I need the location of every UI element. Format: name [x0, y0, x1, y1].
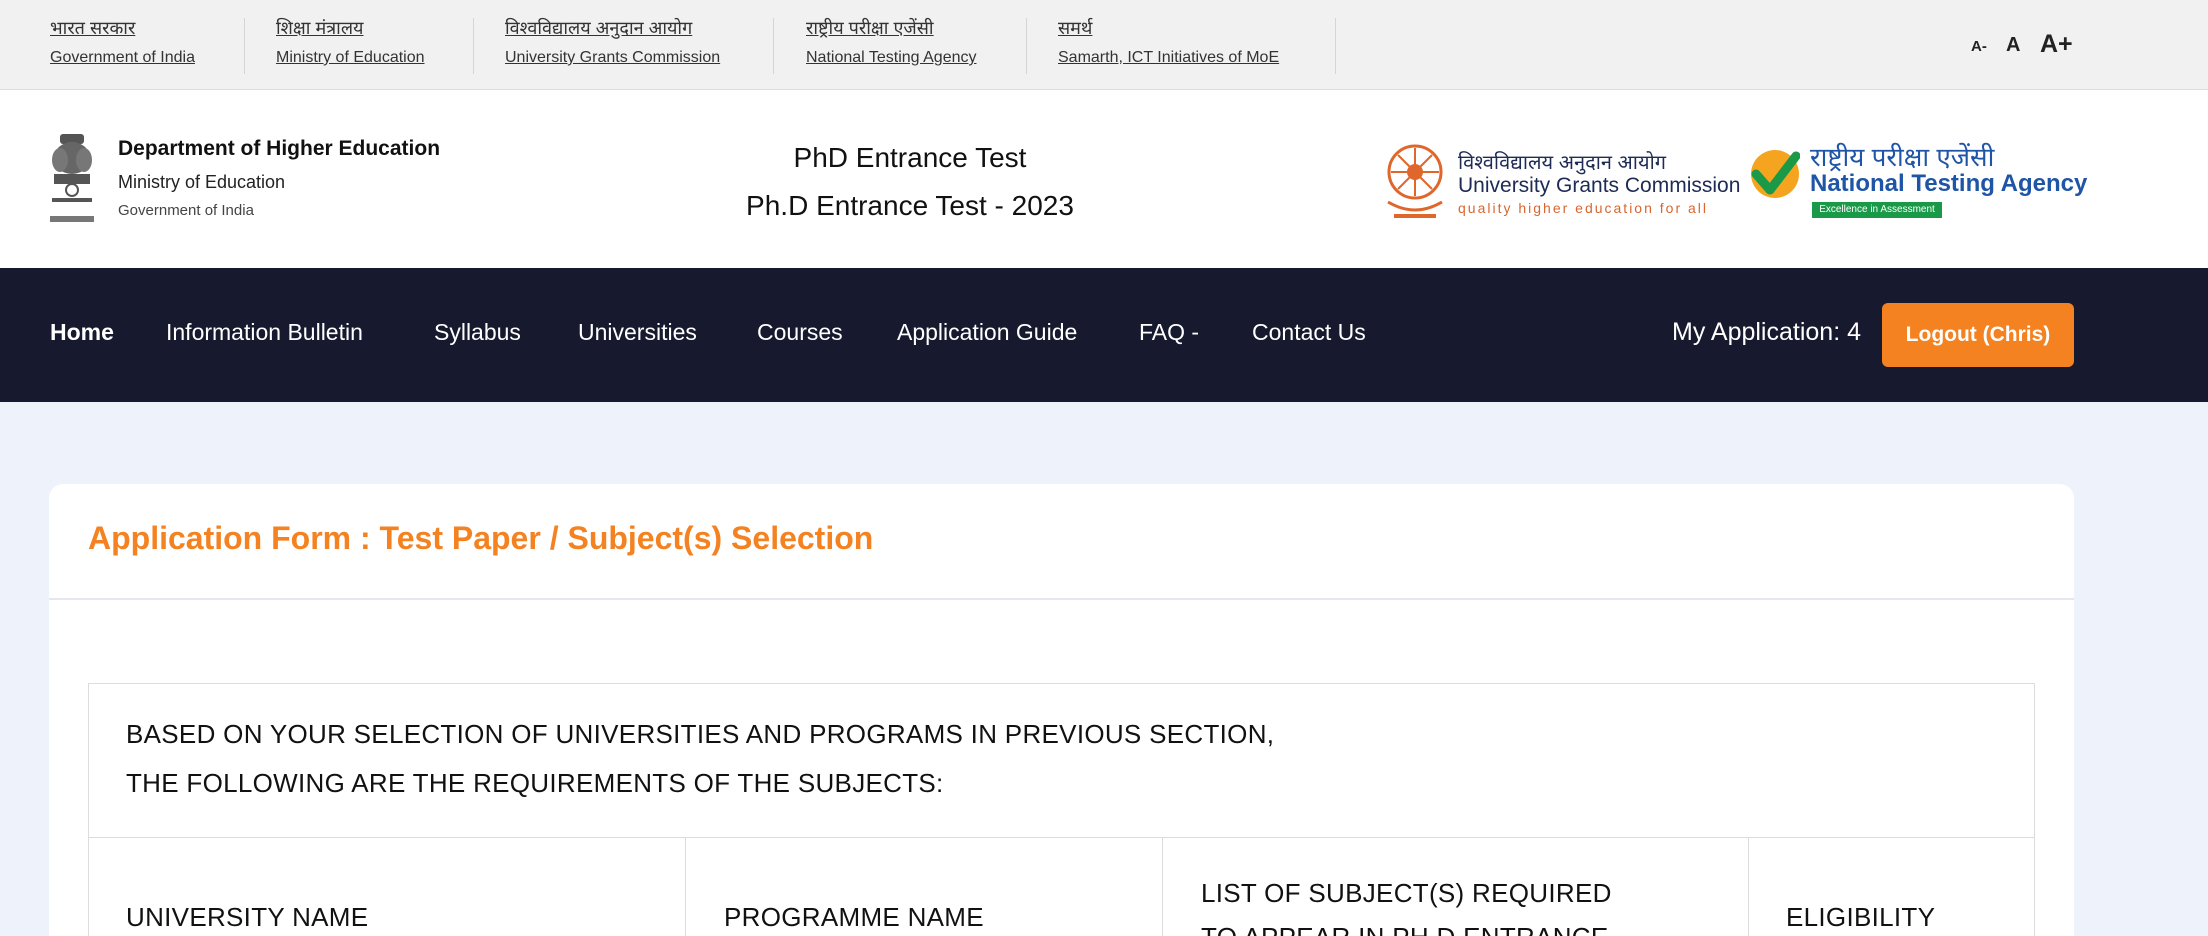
table-header-border — [88, 837, 2035, 838]
column-header-eligibility: ELIGIBILITY — [1786, 902, 1936, 932]
gov-link-moe[interactable]: शिक्षा मंत्रालय Ministry of Education — [276, 16, 425, 70]
gov-link-samarth-hindi[interactable]: समर्थ — [1058, 16, 1279, 40]
department-ministry: Ministry of Education — [118, 172, 286, 192]
gov-link-nta-hindi[interactable]: राष्ट्रीय परीक्षा एजेंसी — [806, 16, 976, 40]
nav-information-bulletin[interactable]: Information Bulletin — [166, 319, 363, 346]
ugc-tagline: quality higher education for all — [1458, 200, 1709, 216]
nav-home[interactable]: Home — [50, 319, 114, 346]
gov-link-samarth-english[interactable]: Samarth, ICT Initiatives of MoE — [1058, 46, 1279, 70]
gov-link-samarth[interactable]: समर्थ Samarth, ICT Initiatives of MoE — [1058, 16, 1279, 70]
column-divider — [1162, 838, 1163, 936]
nav-application-guide[interactable]: Application Guide — [897, 319, 1077, 346]
gov-link-india-hindi[interactable]: भारत सरकार — [50, 16, 195, 40]
nav-courses[interactable]: Courses — [757, 319, 843, 346]
ugc-logo-icon — [1387, 144, 1443, 218]
column-divider — [1748, 838, 1749, 936]
exam-subtitle: Ph.D Entrance Test - 2023 — [746, 190, 1074, 221]
gov-link-nta-english[interactable]: National Testing Agency — [806, 46, 976, 70]
gov-link-india-english[interactable]: Government of India — [50, 46, 195, 70]
divider — [773, 18, 774, 74]
gov-link-ugc[interactable]: विश्वविद्यालय अनुदान आयोग University Gra… — [505, 16, 720, 70]
divider — [1335, 18, 1336, 74]
divider — [1026, 18, 1027, 74]
requirements-text-line1: BASED ON YOUR SELECTION OF UNIVERSITIES … — [126, 719, 1275, 749]
nta-check-logo-icon — [1751, 150, 1800, 198]
font-increase-button[interactable]: A+ — [2040, 30, 2073, 59]
column-divider — [685, 838, 686, 936]
gov-link-moe-english[interactable]: Ministry of Education — [276, 46, 425, 70]
nta-english-name: National Testing Agency — [1810, 170, 2088, 197]
column-header-subjects-line2: TO APPEAR IN PH.D ENTRANCE — [1201, 922, 1609, 936]
divider — [49, 598, 2074, 600]
divider — [473, 18, 474, 74]
form-title: Application Form : Test Paper / Subject(… — [88, 520, 874, 556]
ugc-hindi-name: विश्वविद्यालय अनुदान आयोग — [1458, 152, 1667, 174]
column-header-programme: PROGRAMME NAME — [724, 902, 984, 932]
nav-faq-dropdown[interactable]: FAQ - — [1139, 319, 1199, 346]
gov-top-bar: भारत सरकार Government of India शिक्षा मं… — [0, 0, 2208, 90]
column-header-university: UNIVERSITY NAME — [126, 902, 369, 932]
gov-link-nta[interactable]: राष्ट्रीय परीक्षा एजेंसी National Testin… — [806, 16, 976, 70]
gov-link-ugc-hindi[interactable]: विश्वविद्यालय अनुदान आयोग — [505, 16, 720, 40]
gov-link-india[interactable]: भारत सरकार Government of India — [50, 16, 195, 70]
font-reset-button[interactable]: A — [2006, 34, 2020, 57]
font-decrease-button[interactable]: A- — [1971, 38, 1987, 55]
department-government: Government of India — [118, 202, 254, 219]
requirements-text-line2: THE FOLLOWING ARE THE REQUIREMENTS OF TH… — [126, 768, 944, 798]
nav-syllabus[interactable]: Syllabus — [434, 319, 521, 346]
nta-hindi-name: राष्ट्रीय परीक्षा एजेंसी — [1810, 142, 1995, 172]
column-header-subjects: LIST OF SUBJECT(S) REQUIRED — [1201, 878, 1612, 908]
nav-universities[interactable]: Universities — [578, 319, 697, 346]
ugc-english-name: University Grants Commission — [1458, 174, 1741, 197]
nav-contact-us[interactable]: Contact Us — [1252, 319, 1366, 346]
department-title: Department of Higher Education — [118, 137, 441, 160]
gov-link-moe-hindi[interactable]: शिक्षा मंत्रालय — [276, 16, 425, 40]
gov-link-ugc-english[interactable]: University Grants Commission — [505, 46, 720, 70]
national-emblem-icon — [50, 134, 94, 222]
divider — [244, 18, 245, 74]
logout-button[interactable]: Logout (Chris) — [1882, 303, 2074, 367]
my-application-count[interactable]: My Application: 4 — [1672, 318, 1861, 347]
nta-badge: Excellence in Assessment — [1812, 202, 1942, 218]
exam-title: PhD Entrance Test — [793, 142, 1027, 173]
